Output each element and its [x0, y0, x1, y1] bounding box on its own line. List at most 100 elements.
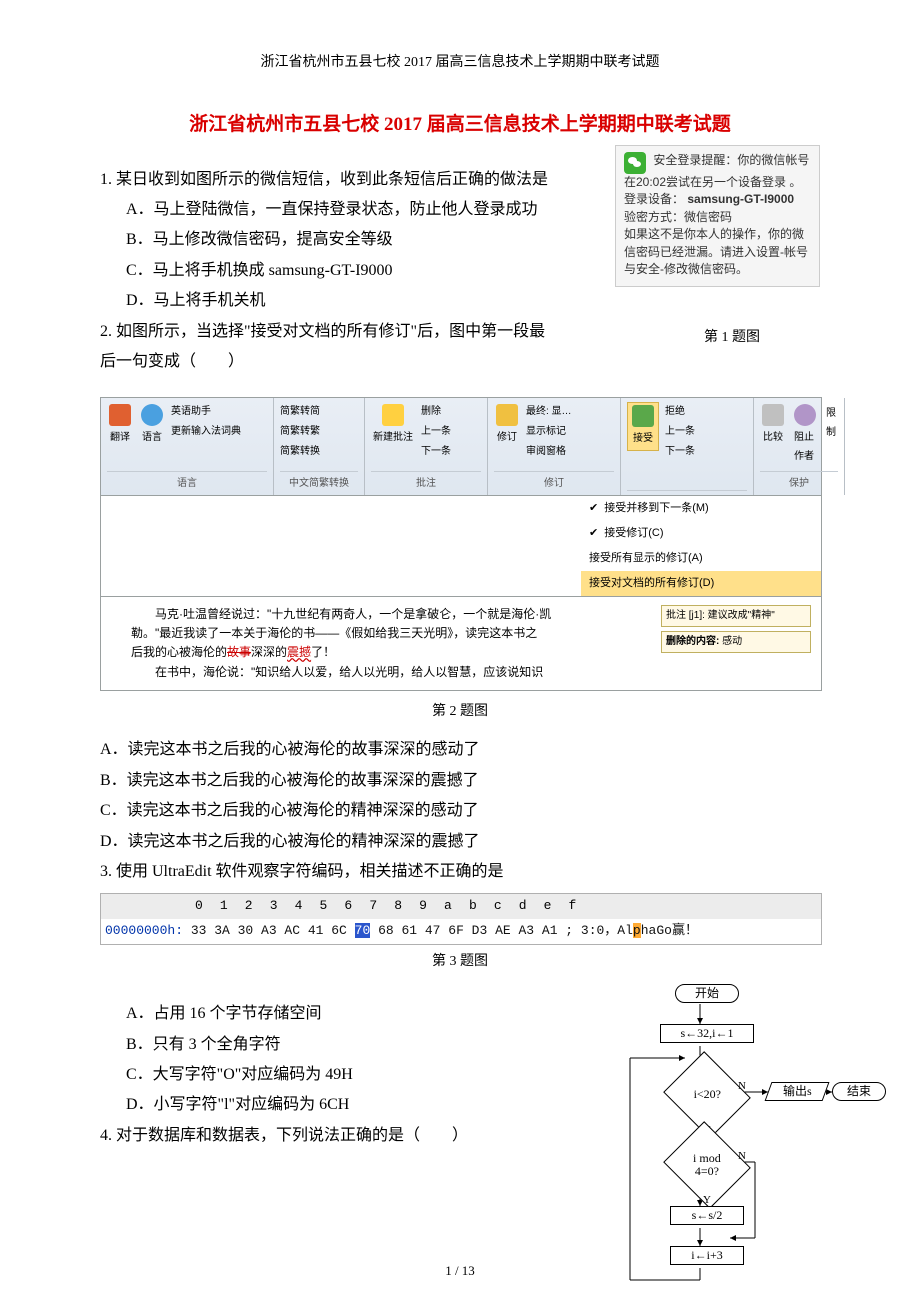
accept-all-doc[interactable]: 接受对文档的所有修订(D): [581, 571, 821, 596]
prev-comment[interactable]: 上一条: [421, 422, 451, 441]
reject-change[interactable]: 拒绝: [665, 402, 695, 421]
track-icon: [496, 404, 518, 426]
ribbon-row: 翻译 语言 英语助手 更新输入法词典 语言 简繁转简: [101, 398, 821, 496]
wechat-device-label: 登录设备：: [624, 192, 684, 206]
hex-viewer: 0 1 2 3 4 5 6 7 8 9 a b c d e f 00000000…: [100, 893, 822, 944]
flow-start: 开始: [675, 984, 739, 1003]
globe-icon: [141, 404, 163, 426]
wechat-notification: 安全登录提醒：你的微信帐号在20:02尝试在另一个设备登录 。 登录设备： sa…: [615, 145, 820, 287]
hex-line: 00000000h: 33 3A 30 A3 AC 41 6C 70 68 61…: [101, 919, 821, 944]
block-authors-button[interactable]: 阻止作者: [792, 402, 818, 468]
accept-change[interactable]: ✔ 接受修订(C): [581, 521, 821, 546]
fig2-caption: 第 2 题图: [100, 699, 820, 726]
wechat-line1: 安全登录提醒：你的微信帐号在20:02尝试在另一个设备登录: [624, 153, 809, 189]
balloons-panel: 批注 [j1]: 建议改成"精神" 删除的内容: 感动: [661, 605, 811, 682]
fig1-caption: 第 1 题图: [704, 325, 760, 352]
group-language-label: 语言: [107, 471, 267, 493]
sc-to-trad[interactable]: 简繁转繁: [280, 422, 320, 441]
track-changes-button[interactable]: 修订: [494, 402, 520, 449]
doc-p1-line1: 马克·吐温曾经说过："十九世纪有两奇人，一个是拿破仑，一个就是海伦·凯: [131, 605, 653, 624]
new-comment-icon: [382, 404, 404, 426]
hex-ascii: 3:0，AlphaGo赢！: [581, 923, 698, 938]
accept-button[interactable]: 接受: [627, 402, 659, 451]
block-label: 阻止作者: [794, 428, 816, 466]
language-button[interactable]: 语言: [139, 402, 165, 449]
q2-opt-d: D．读完这本书之后我的心被海伦的精神深深的震撼了: [100, 827, 820, 857]
flow-output: 输出s: [765, 1082, 830, 1101]
q2-opt-a: A．读完这本书之后我的心被海伦的故事深深的感动了: [100, 735, 820, 765]
next-comment[interactable]: 下一条: [421, 442, 451, 461]
sc-to-simp[interactable]: 简繁转简: [280, 402, 320, 421]
accept-label: 接受: [633, 429, 653, 448]
doc-p2: 在书中，海伦说："知识给人以爱，给人以光明，给人以智慧，应该说知识: [131, 663, 653, 682]
translate-label: 翻译: [110, 428, 130, 447]
flowchart: 开始 s←32,i←1 i<20? Y N 输出s 结束 i mod 4=0? …: [590, 980, 860, 1290]
language-label: 语言: [142, 428, 162, 447]
q2-opt-c: C．读完这本书之后我的心被海伦的精神深深的感动了: [100, 796, 820, 826]
running-header: 浙江省杭州市五县七校 2017 届高三信息技术上学期期中联考试题: [100, 50, 820, 77]
hex-address: 00000000h:: [105, 923, 183, 938]
accept-icon: [632, 405, 654, 427]
group-comments: 新建批注 删除 上一条 下一条 批注: [365, 398, 488, 495]
document-body: 马克·吐温曾经说过："十九世纪有两奇人，一个是拿破仑，一个就是海伦·凯 勒。"最…: [101, 597, 821, 690]
wechat-method: 验密方式：微信密码: [624, 210, 732, 224]
q2-opt-b: B．读完这本书之后我的心被海伦的故事深深的震撼了: [100, 766, 820, 796]
deleted-text: 故事: [227, 645, 251, 659]
q3-stem: 3. 使用 UltraEdit 软件观察字符编码，相关描述不正确的是: [100, 857, 820, 887]
sc-convert[interactable]: 简繁转换: [280, 442, 320, 461]
block-icon: [794, 404, 816, 426]
flow-dec2-n: N: [738, 1146, 746, 1167]
wechat-icon: [624, 152, 646, 174]
compare-label: 比较: [763, 428, 783, 447]
group-changes-label: [627, 490, 747, 493]
ime-update-dict[interactable]: 更新输入法词典: [171, 422, 241, 441]
page: 浙江省杭州市五县七校 2017 届高三信息技术上学期期中联考试题 浙江省杭州市五…: [0, 0, 920, 1302]
group-comments-label: 批注: [371, 471, 481, 493]
group-compare-protect: 比较 阻止作者 限制 保护: [754, 398, 845, 495]
wechat-device-value: samsung-GT-I9000: [687, 192, 794, 206]
new-comment-button[interactable]: 新建批注: [371, 402, 415, 449]
restrict-button[interactable]: 限制: [824, 402, 838, 444]
translate-button[interactable]: 翻译: [107, 402, 133, 449]
q1-opt-d: D．马上将手机关机: [126, 286, 820, 316]
ime-english-helper[interactable]: 英语助手: [171, 402, 241, 421]
show-markup[interactable]: 显示标记: [526, 422, 572, 441]
doc-p1-line2: 勒。"最近我读了一本关于海伦的书——《假如给我三天光明》，读完这本书之: [131, 624, 653, 643]
display-mode[interactable]: 最终: 显…: [526, 402, 572, 421]
group-changes: 接受 拒绝 上一条 下一条: [621, 398, 754, 495]
restrict-label: 限制: [826, 404, 836, 442]
flow-end: 结束: [832, 1082, 886, 1101]
group-simplified: 简繁转简 简繁转繁 简繁转换 中文简繁转换: [274, 398, 365, 495]
prev-change[interactable]: 上一条: [665, 422, 695, 441]
wechat-line1-tail: 。: [789, 175, 801, 189]
word-review-ribbon: 翻译 语言 英语助手 更新输入法词典 语言 简繁转简: [100, 397, 822, 690]
track-label: 修订: [497, 428, 517, 447]
delete-comment[interactable]: 删除: [421, 402, 451, 421]
comment-balloon: 批注 [j1]: 建议改成"精神": [661, 605, 811, 627]
accept-shown[interactable]: 接受所有显示的修订(A): [581, 546, 821, 571]
deletion-balloon: 删除的内容: 感动: [661, 631, 811, 653]
group-sc-label: 中文简繁转换: [280, 471, 358, 493]
group-track: 修订 最终: 显… 显示标记 审阅窗格 修订: [488, 398, 621, 495]
ime-stack: 英语助手 更新输入法词典: [171, 402, 241, 441]
compare-button[interactable]: 比较: [760, 402, 786, 449]
group-protect-label: 保护: [760, 471, 838, 493]
review-pane[interactable]: 审阅窗格: [526, 442, 572, 461]
fig3-caption: 第 3 题图: [100, 949, 820, 976]
accept-and-next[interactable]: ✔ 接受并移到下一条(M): [581, 496, 821, 521]
next-change[interactable]: 下一条: [665, 442, 695, 461]
hex-ruler: 0 1 2 3 4 5 6 7 8 9 a b c d e f: [101, 894, 821, 919]
page-title: 浙江省杭州市五县七校 2017 届高三信息技术上学期期中联考试题: [100, 107, 820, 143]
new-comment-label: 新建批注: [373, 428, 413, 447]
accept-dropdown: ✔ 接受并移到下一条(M) ✔ 接受修订(C) 接受所有显示的修订(A) 接受对…: [101, 496, 821, 597]
flow-proc2: i←i+3: [670, 1246, 744, 1265]
flow-init: s←32,i←1: [660, 1024, 754, 1043]
hex-ascii-hl: p: [633, 923, 641, 938]
page-number: 1 / 13: [445, 1259, 475, 1284]
wechat-warning: 如果这不是你本人的操作，你的微信密码已经泄漏。请进入设置-帐号与安全-修改微信密…: [624, 227, 808, 276]
hex-selected-byte: 70: [355, 923, 371, 938]
doc-p1-line3: 后我的心被海伦的故事深深的震撼了！: [131, 643, 653, 662]
compare-icon: [762, 404, 784, 426]
group-track-label: 修订: [494, 471, 614, 493]
flow-dec1-n: N: [738, 1076, 746, 1097]
